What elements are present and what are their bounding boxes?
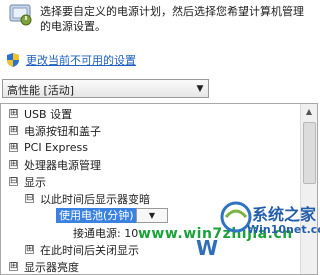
- shield-icon: [7, 53, 19, 67]
- on-battery-field[interactable]: 使用电池(分钟): [56, 208, 136, 223]
- power-options-icon: [9, 4, 32, 26]
- expand-icon[interactable]: ⊞: [9, 109, 18, 118]
- expand-icon[interactable]: ⊞: [25, 245, 34, 254]
- tree-item-label: 在此时间后关闭显示: [40, 243, 139, 257]
- header: 选择要自定义的电源计划，然后选择您希望计算机管理的电源设置。: [0, 0, 319, 48]
- minutes-dropdown[interactable]: ▼: [136, 208, 168, 223]
- change-unavailable-settings[interactable]: 更改当前不可用的设置: [6, 52, 136, 68]
- tree-item-plugged-in: 接通电源: 10: [73, 224, 138, 241]
- watermark-mark: W: [196, 236, 219, 260]
- scroll-up-icon[interactable]: ▲: [301, 104, 317, 120]
- tree-item-label: 显示器亮度: [24, 260, 79, 274]
- collapse-icon[interactable]: ⊟: [9, 177, 18, 186]
- tree-item-brightness[interactable]: ⊞ 显示器亮度: [9, 258, 79, 274]
- tree-item-power-buttons[interactable]: ⊞ 电源按钮和盖子: [9, 122, 101, 139]
- tree-item-processor[interactable]: ⊞ 处理器电源管理: [9, 156, 101, 173]
- tree-item-label: PCI Express: [24, 141, 89, 154]
- power-plan-select[interactable]: 高性能 [活动] ▼: [2, 79, 209, 98]
- tree-item-label: 处理器电源管理: [24, 158, 101, 172]
- tree-item-label: 电源按钮和盖子: [24, 124, 101, 138]
- intro-text: 选择要自定义的电源计划，然后选择您希望计算机管理的电源设置。: [40, 5, 304, 33]
- expand-icon[interactable]: ⊞: [9, 126, 18, 135]
- collapse-icon[interactable]: ⊟: [25, 194, 34, 203]
- tree-item-label: 以此时间后显示器变暗: [40, 192, 150, 206]
- change-unavailable-settings-link[interactable]: 更改当前不可用的设置: [26, 52, 136, 68]
- expand-icon[interactable]: ⊞: [9, 262, 18, 271]
- power-plan-value: 高性能 [活动]: [7, 84, 75, 97]
- scroll-thumb[interactable]: [303, 122, 316, 184]
- tree-item-dim-display[interactable]: ⊟ 以此时间后显示器变暗: [25, 190, 150, 207]
- tree-item-pci-express[interactable]: ⊞ PCI Express: [9, 139, 88, 156]
- plugged-in-value: 接通电源: 10: [73, 226, 139, 240]
- watermark-url: Win10net.com: [247, 223, 320, 236]
- tree-item-usb[interactable]: ⊞ USB 设置: [9, 105, 72, 122]
- watermark-brand: 系统之家: [252, 205, 317, 224]
- tree-item-turn-off-display[interactable]: ⊞ 在此时间后关闭显示: [25, 241, 139, 258]
- chevron-down-icon[interactable]: ▼: [192, 80, 208, 97]
- expand-icon[interactable]: ⊞: [9, 160, 18, 169]
- expand-icon[interactable]: ⊞: [9, 143, 18, 152]
- tree-item-label: USB 设置: [24, 107, 73, 121]
- tree-item-label: 显示: [24, 175, 46, 189]
- tree-item-display[interactable]: ⊟ 显示: [9, 173, 46, 190]
